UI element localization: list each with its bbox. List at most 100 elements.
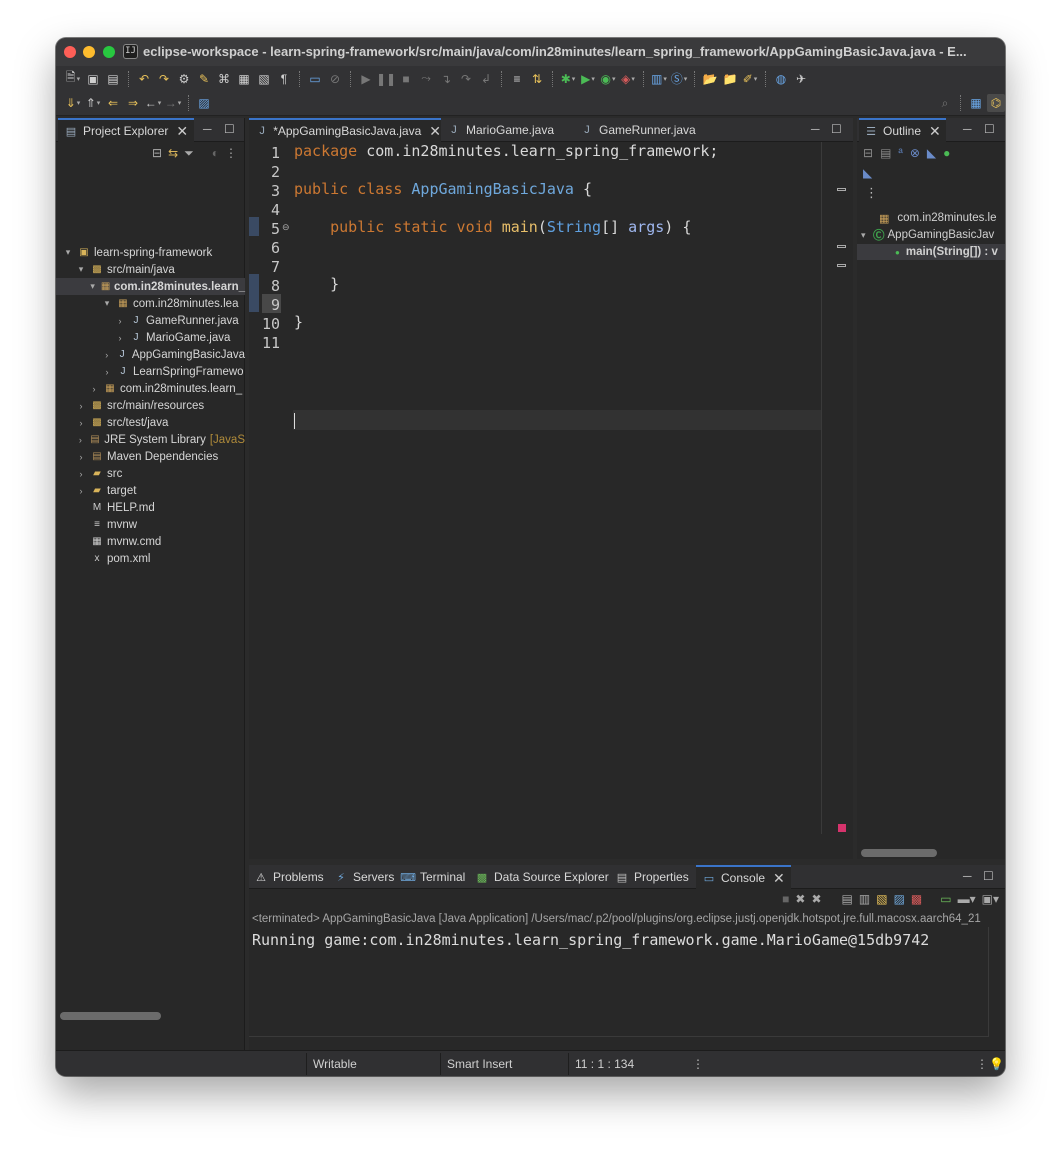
open-console-icon[interactable]: ▬▾	[958, 892, 976, 906]
fold-icon[interactable]: ⊖	[282, 222, 290, 233]
tree-item[interactable]: › ▤ Maven Dependencies	[56, 448, 245, 465]
word-wrap-icon[interactable]: ▧	[255, 70, 273, 88]
maximize-window-button[interactable]	[103, 46, 115, 58]
tree-item[interactable]: › ▰ src	[56, 465, 245, 482]
step-into-icon[interactable]: ↴	[437, 70, 455, 88]
new-java-project-icon[interactable]: ▥	[650, 70, 668, 88]
open-perspective-icon[interactable]: ▦	[967, 94, 985, 112]
view-menu-icon[interactable]: ⋮	[865, 185, 878, 201]
tree-item[interactable]: ▾ ▦ com.in28minutes.learn_	[56, 278, 245, 295]
minimize-icon[interactable]: ─	[811, 122, 820, 136]
chevron-right-icon[interactable]: ›	[101, 350, 112, 360]
tab-appgamingbasicjava[interactable]: J *AppGamingBasicJava.java ✕	[249, 118, 441, 142]
chevron-right-icon[interactable]: ›	[75, 418, 87, 428]
view-menu-icon[interactable]: ⋮	[225, 146, 237, 160]
toggle-mark-icon[interactable]: ⌘	[215, 70, 233, 88]
chevron-right-icon[interactable]: ›	[75, 401, 87, 411]
tab-terminal[interactable]: ⌨ Terminal	[400, 865, 465, 889]
use-step-filters-icon[interactable]: ⇅	[528, 70, 546, 88]
word-wrap-icon[interactable]: ▥	[859, 892, 870, 906]
minimize-icon[interactable]: ─	[963, 869, 972, 883]
chevron-right-icon[interactable]: ›	[114, 333, 126, 343]
maven-icon[interactable]: ✈	[792, 70, 810, 88]
overview-ruler[interactable]	[835, 142, 849, 834]
tab-console[interactable]: ▭ Console ✕	[696, 865, 791, 889]
minimize-icon[interactable]: ─	[203, 122, 212, 136]
minimize-icon[interactable]: ─	[963, 122, 972, 136]
tree-item[interactable]: › J GameRunner.java	[56, 312, 245, 329]
search-icon[interactable]: ⌕	[936, 94, 954, 112]
tab-gamerunner[interactable]: J GameRunner.java	[580, 118, 695, 142]
chevron-right-icon[interactable]: ›	[114, 316, 126, 326]
tree-item[interactable]: ▾ ▣ learn-spring-framework	[56, 244, 245, 261]
show-whitespace-icon[interactable]: ¶	[275, 70, 293, 88]
close-icon[interactable]: ✕	[773, 870, 785, 887]
new-class-icon[interactable]: Ⓢ	[670, 70, 688, 88]
maximize-icon[interactable]: ☐	[831, 122, 842, 136]
save-all-icon[interactable]: ▤	[104, 70, 122, 88]
hide-static-icon[interactable]: ⊗	[910, 146, 920, 160]
debug-icon[interactable]: ✱	[559, 70, 577, 88]
coverage-icon[interactable]: ◉	[599, 70, 617, 88]
outline-scrollbar[interactable]	[861, 849, 937, 857]
suspend-icon[interactable]: ❚❚	[376, 70, 396, 88]
close-window-button[interactable]	[64, 46, 76, 58]
chevron-right-icon[interactable]: ›	[75, 469, 87, 479]
collapse-all-icon[interactable]: ⊟	[863, 146, 873, 160]
tab-mariogame[interactable]: J MarioGame.java	[447, 118, 554, 142]
outline-item-main[interactable]: ● main(String[]) : v	[857, 244, 1005, 260]
resume-icon[interactable]: ▶	[357, 70, 375, 88]
tree-item[interactable]: ▾ ▩ src/main/java	[56, 261, 245, 278]
chevron-right-icon[interactable]: ›	[75, 435, 86, 445]
java-perspective-icon[interactable]: ⌬	[987, 94, 1005, 112]
pin-editor-icon[interactable]: ▨	[195, 94, 213, 112]
tree-item[interactable]: ≡ mvnw	[56, 516, 245, 533]
undo-icon[interactable]: ↶	[135, 70, 153, 88]
run-icon[interactable]: ▶	[579, 70, 597, 88]
close-icon[interactable]: ✕	[176, 123, 188, 140]
terminal-icon[interactable]: ▭	[306, 70, 324, 88]
tree-item[interactable]: › ▩ src/test/java	[56, 414, 245, 431]
maximize-icon[interactable]: ☐	[983, 869, 994, 883]
show-on-error-icon[interactable]: ▩	[911, 892, 922, 906]
chevron-down-icon[interactable]: ▾	[62, 247, 74, 258]
maximize-icon[interactable]: ☐	[224, 122, 235, 136]
forward-edit-icon[interactable]: ⇒	[124, 94, 142, 112]
open-type-icon[interactable]: 📂	[701, 70, 719, 88]
hide-nonpublic-icon[interactable]: ◣	[927, 146, 936, 160]
pin-console-icon[interactable]: ▨	[894, 892, 905, 906]
drop-to-frame-icon[interactable]: ≡	[508, 70, 526, 88]
globe-icon[interactable]: ◍	[772, 70, 790, 88]
highlight-icon[interactable]: ✎	[195, 70, 213, 88]
step-over-icon[interactable]: ↷	[457, 70, 475, 88]
tab-outline[interactable]: ☰ Outline ✕	[859, 118, 946, 142]
tree-item[interactable]: x pom.xml	[56, 550, 245, 567]
focus-icon[interactable]: ◐	[212, 146, 219, 160]
save-icon[interactable]: ▣	[84, 70, 102, 88]
open-resource-icon[interactable]: 📁	[721, 70, 739, 88]
tree-item[interactable]: ▦ mvnw.cmd	[56, 533, 245, 550]
skip-breakpoints-icon[interactable]: ⊘	[326, 70, 344, 88]
last-edit-icon[interactable]: ⇐	[104, 94, 122, 112]
previous-annotation-icon[interactable]: ⇑	[84, 94, 102, 112]
show-on-output-icon[interactable]: ▧	[876, 892, 887, 906]
tree-item[interactable]: › ▦ com.in28minutes.learn_	[56, 380, 245, 397]
new-console-icon[interactable]: ▣▾	[982, 892, 999, 906]
status-menu-icon[interactable]: ⋮	[976, 1057, 988, 1071]
sort-icon[interactable]: ▤	[880, 146, 891, 160]
remove-all-icon[interactable]: ✖	[811, 892, 821, 906]
terminate-icon[interactable]: ■	[782, 892, 789, 906]
tree-item[interactable]: › J LearnSpringFramewo	[56, 363, 245, 380]
chevron-right-icon[interactable]: ›	[88, 384, 100, 394]
new-icon[interactable]: 🗎	[64, 70, 82, 88]
outline-item-class[interactable]: ▾ Ⓒ AppGamingBasicJav	[861, 227, 994, 243]
chevron-down-icon[interactable]: ▾	[75, 264, 87, 275]
tree-item[interactable]: ▾ ▦ com.in28minutes.lea	[56, 295, 245, 312]
tab-properties[interactable]: ▤ Properties	[615, 865, 689, 889]
tree-item[interactable]: M HELP.md	[56, 499, 245, 516]
tip-lightbulb-icon[interactable]: 💡	[989, 1057, 1004, 1071]
link-with-editor-icon[interactable]: ⇆	[168, 146, 178, 160]
build-icon[interactable]: ⚙	[175, 70, 193, 88]
external-tools-icon[interactable]: ◈	[619, 70, 637, 88]
chevron-right-icon[interactable]: ›	[75, 452, 87, 462]
